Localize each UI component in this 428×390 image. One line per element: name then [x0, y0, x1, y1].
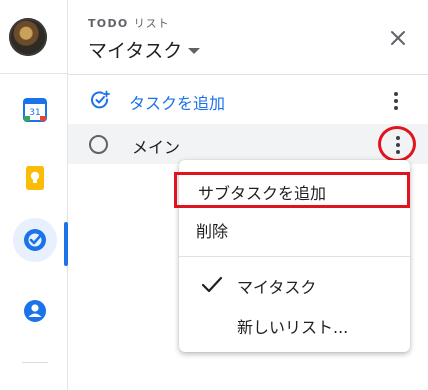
add-task-row[interactable]: タスクを追加 — [68, 82, 428, 118]
close-icon[interactable] — [388, 28, 408, 48]
annotation-circle — [378, 126, 416, 162]
menu-divider — [179, 256, 410, 257]
more-vert-icon[interactable] — [394, 92, 398, 113]
section-label-en: TODO — [88, 17, 129, 30]
list-title: マイタスク — [88, 40, 183, 62]
tasks-rail-button[interactable] — [13, 218, 57, 262]
avatar[interactable] — [9, 18, 47, 56]
menu-item-label: マイタスク — [237, 278, 317, 297]
calendar-icon[interactable]: 31 — [22, 97, 48, 123]
section-label-jp: リスト — [133, 17, 170, 30]
menu-item-delete[interactable]: 削除 — [179, 216, 410, 242]
active-indicator — [64, 222, 68, 266]
menu-item-label: 新しいリスト... — [237, 318, 349, 337]
dropdown-caret-icon — [188, 47, 201, 54]
annotation-highlight-box — [174, 172, 410, 208]
add-task-label: タスクを追加 — [129, 94, 226, 113]
section-label: TODO リスト — [88, 15, 170, 31]
menu-item-new-list[interactable]: 新しいリスト... — [179, 312, 410, 338]
list-selector[interactable]: マイタスク — [88, 36, 201, 63]
task-title[interactable]: メイン — [132, 134, 180, 158]
menu-item-label: 削除 — [196, 222, 229, 241]
task-row[interactable]: メイン — [68, 124, 428, 164]
tasks-icon — [24, 229, 46, 251]
contacts-icon[interactable] — [22, 298, 48, 324]
header-divider — [68, 74, 428, 75]
rail-divider — [0, 73, 67, 74]
add-task-icon — [91, 90, 110, 109]
task-complete-checkbox[interactable] — [89, 135, 108, 154]
svg-text:31: 31 — [29, 108, 40, 118]
side-rail: 31 — [0, 0, 68, 390]
checkmark-icon — [201, 276, 223, 293]
rail-divider-bottom — [22, 362, 48, 363]
keep-icon[interactable] — [22, 165, 48, 191]
menu-item-list-my-tasks[interactable]: マイタスク — [179, 272, 410, 298]
